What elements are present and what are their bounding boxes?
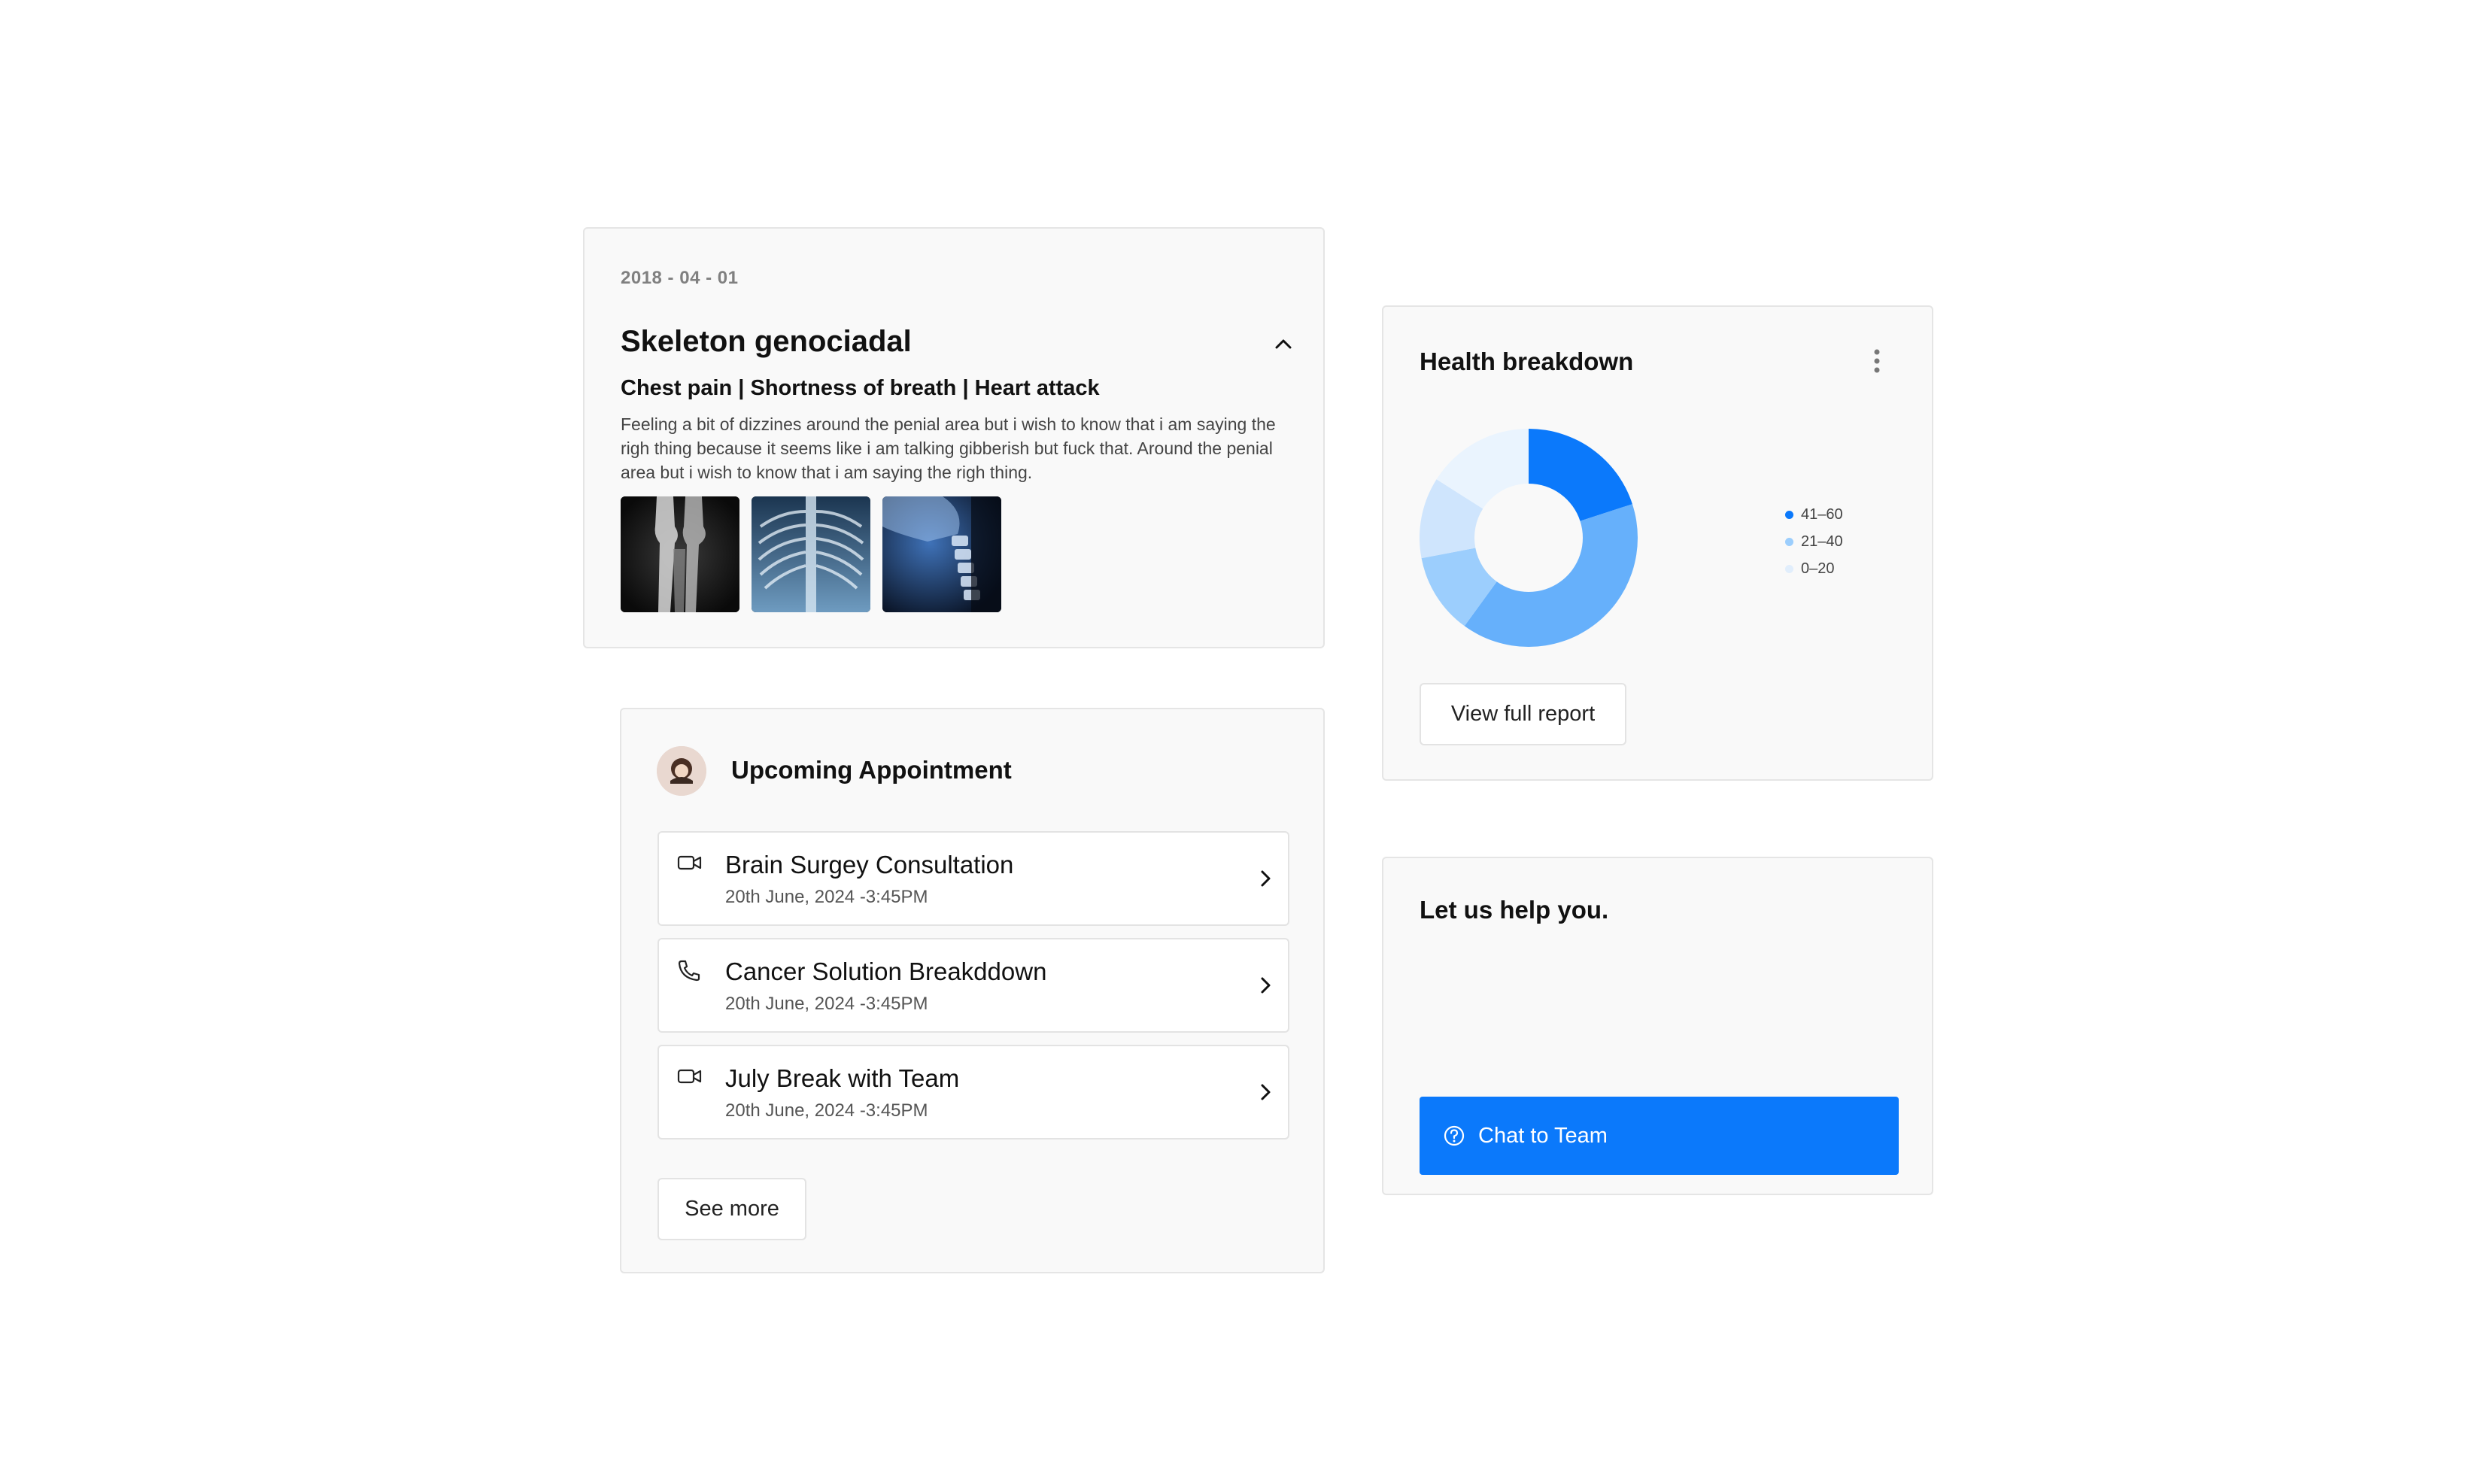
legend-label: 0–20 bbox=[1801, 560, 1835, 577]
appointment-title: Cancer Solution Breakddown bbox=[725, 957, 1047, 985]
health-breakdown-card: Health breakdown 41–60 21–40 0–20 View ful… bbox=[1382, 305, 1933, 781]
donut-slice bbox=[1529, 429, 1632, 521]
legend-dot bbox=[1785, 564, 1793, 573]
xray-knee-image[interactable] bbox=[621, 496, 739, 612]
xray-chest-image[interactable] bbox=[752, 496, 870, 612]
chevron-right-icon bbox=[1256, 974, 1274, 997]
appointment-time: 20th June, 2024 -3:45PM bbox=[725, 887, 928, 907]
record-date: 2018 - 04 - 01 bbox=[621, 268, 739, 288]
appointment-heading: Upcoming Appointment bbox=[731, 756, 1012, 784]
appointment-time: 20th June, 2024 -3:45PM bbox=[725, 994, 928, 1014]
record-symptoms: Chest pain | Shortness of breath | Heart… bbox=[621, 376, 1100, 400]
legend-item: 21–40 bbox=[1785, 528, 1843, 555]
phone-icon bbox=[677, 959, 703, 982]
help-circle-icon bbox=[1442, 1124, 1466, 1148]
video-icon bbox=[677, 1066, 703, 1088]
xray-neck-image[interactable] bbox=[882, 496, 1001, 612]
legend-dot bbox=[1785, 510, 1793, 519]
appointment-item[interactable]: July Break with Team 20th June, 2024 -3:… bbox=[657, 1045, 1289, 1140]
view-full-report-button[interactable]: View full report bbox=[1420, 683, 1626, 745]
donut-slice bbox=[1464, 504, 1638, 647]
help-card: Let us help you. Chat to Team bbox=[1382, 857, 1933, 1195]
chart-legend: 41–60 21–40 0–20 bbox=[1785, 501, 1843, 582]
appointment-item[interactable]: Brain Surgey Consultation 20th June, 202… bbox=[657, 831, 1289, 926]
appointment-title: July Break with Team bbox=[725, 1064, 960, 1092]
chat-to-team-label: Chat to Team bbox=[1478, 1123, 1608, 1148]
health-breakdown-title: Health breakdown bbox=[1420, 347, 1634, 375]
legend-item: 0–20 bbox=[1785, 555, 1843, 582]
more-vertical-icon[interactable] bbox=[1868, 346, 1886, 376]
legend-item: 41–60 bbox=[1785, 501, 1843, 528]
chevron-right-icon bbox=[1256, 867, 1274, 890]
health-donut-chart bbox=[1420, 429, 1638, 647]
appointment-title: Brain Surgey Consultation bbox=[725, 851, 1014, 879]
chevron-right-icon bbox=[1256, 1081, 1274, 1103]
see-more-button[interactable]: See more bbox=[657, 1178, 806, 1240]
appointment-time: 20th June, 2024 -3:45PM bbox=[725, 1100, 928, 1121]
appointment-item[interactable]: Cancer Solution Breakddown 20th June, 20… bbox=[657, 938, 1289, 1033]
medical-record-card: 2018 - 04 - 01 Skeleton genociadal Chest… bbox=[583, 227, 1325, 648]
chevron-up-icon[interactable] bbox=[1272, 334, 1295, 354]
legend-label: 41–60 bbox=[1801, 505, 1843, 523]
legend-label: 21–40 bbox=[1801, 533, 1843, 550]
avatar bbox=[657, 746, 706, 796]
record-description: Feeling a bit of dizzines around the pen… bbox=[621, 414, 1276, 482]
video-icon bbox=[677, 852, 703, 875]
upcoming-appointment-card: Upcoming Appointment Brain Surgey Consul… bbox=[620, 708, 1325, 1273]
legend-dot bbox=[1785, 537, 1793, 546]
chat-to-team-button[interactable]: Chat to Team bbox=[1420, 1097, 1899, 1175]
record-title: Skeleton genociadal bbox=[621, 325, 912, 358]
help-title: Let us help you. bbox=[1420, 896, 1609, 924]
